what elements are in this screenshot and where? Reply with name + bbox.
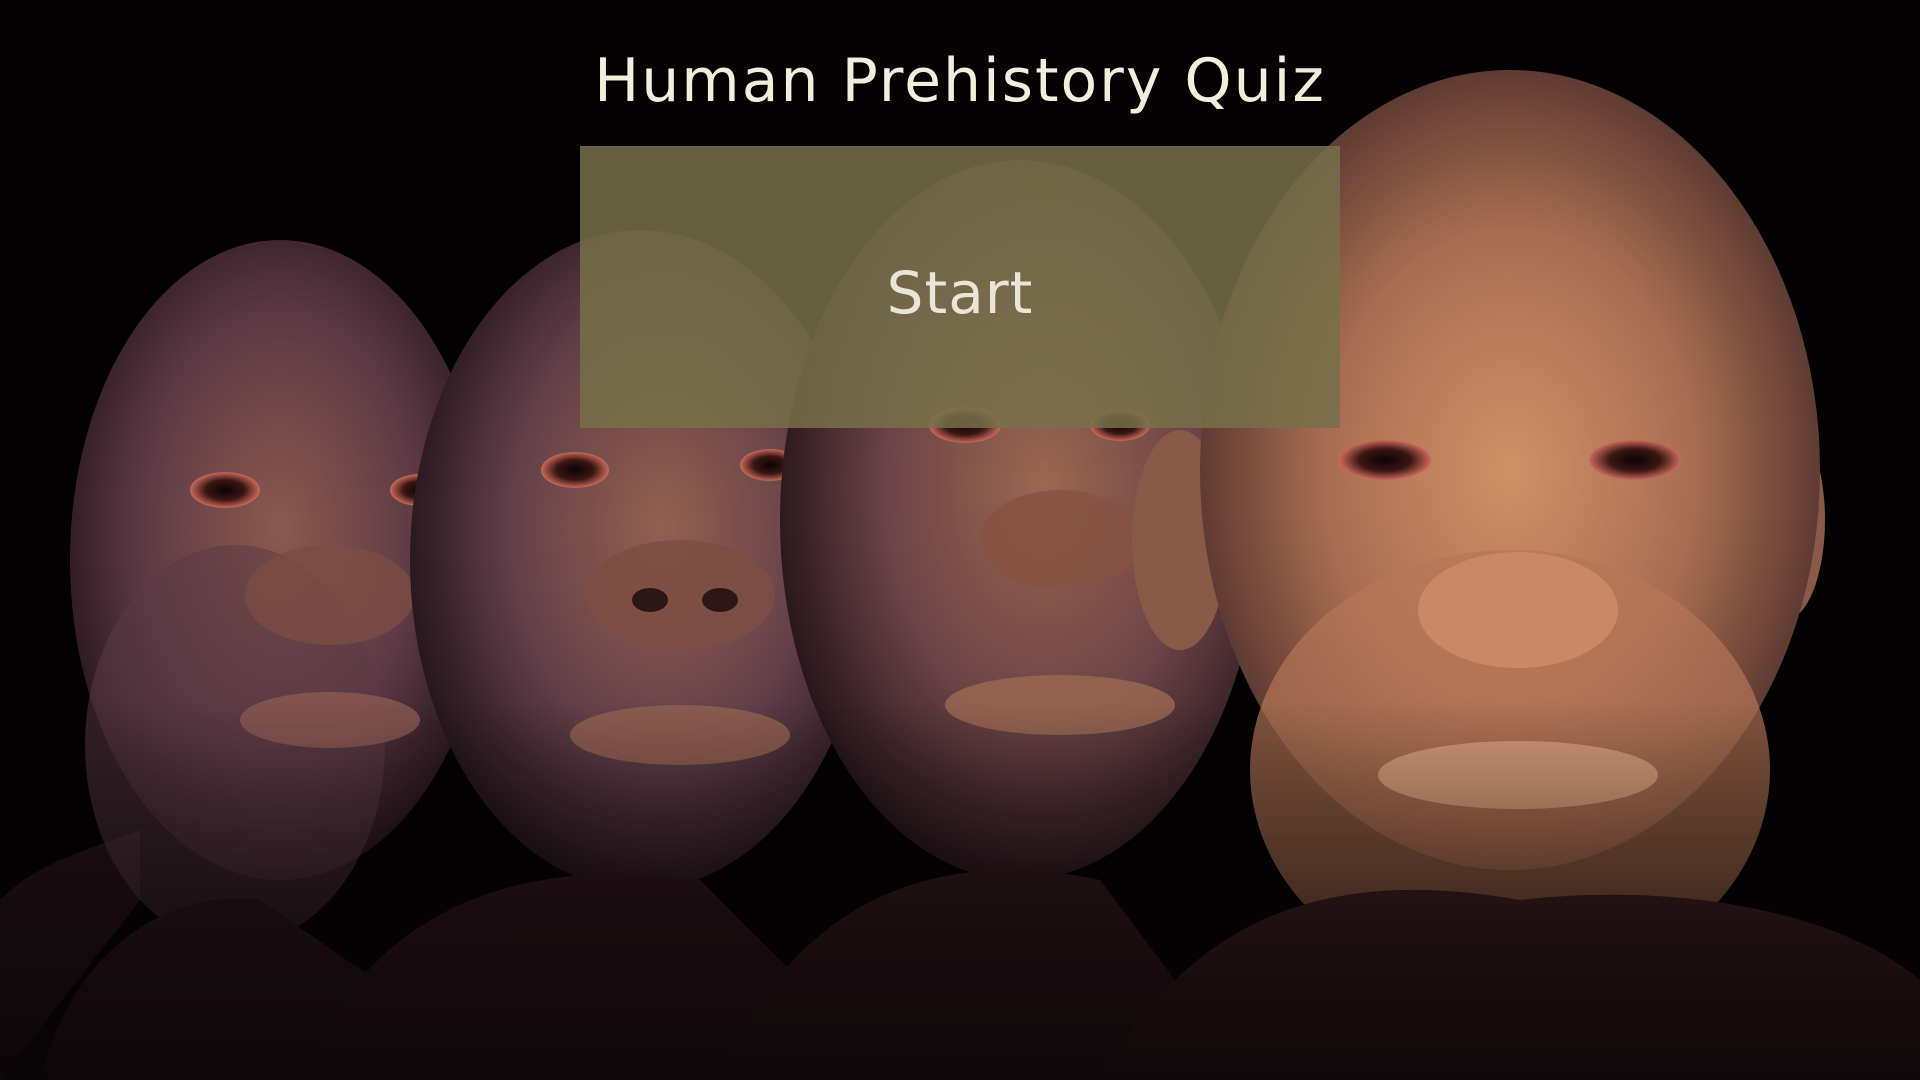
quiz-start-screen: Human Prehistory Quiz Start [0, 0, 1920, 1080]
start-button-label: Start [886, 259, 1034, 327]
start-button[interactable]: Start [580, 146, 1340, 428]
page-title: Human Prehistory Quiz [594, 46, 1326, 116]
